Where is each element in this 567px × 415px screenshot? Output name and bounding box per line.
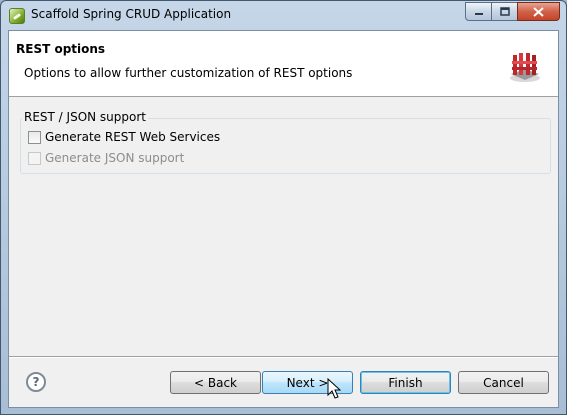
wizard-header: REST options Options to allow further cu… (9, 31, 558, 97)
checkbox-box (28, 151, 41, 165)
rest-json-group (20, 118, 551, 174)
title-bar[interactable]: Scaffold Spring CRUD Application (1, 1, 566, 30)
checkbox-label: Generate REST Web Services (45, 130, 221, 144)
mouse-cursor-icon (327, 378, 341, 399)
window-title: Scaffold Spring CRUD Application (31, 7, 232, 21)
wizard-content: REST options Options to allow further cu… (8, 30, 559, 408)
page-title: REST options (16, 42, 106, 56)
footer-separator (9, 356, 558, 358)
rest-fence-icon (510, 53, 540, 82)
maximize-icon (499, 7, 510, 16)
help-icon[interactable]: ? (26, 372, 46, 392)
checkbox-label: Generate JSON support (45, 151, 185, 165)
group-label: REST / JSON support (22, 110, 149, 124)
window-controls (465, 2, 560, 21)
cancel-button[interactable]: Cancel (458, 371, 549, 394)
page-description: Options to allow further customization o… (24, 66, 353, 80)
generate-json-checkbox: Generate JSON support (28, 151, 184, 165)
wizard-window: Scaffold Spring CRUD Application REST op… (0, 0, 567, 415)
checkbox-box[interactable] (28, 130, 41, 144)
minimize-icon (474, 12, 483, 15)
maximize-button[interactable] (491, 2, 517, 21)
generate-rest-checkbox[interactable]: Generate REST Web Services (28, 130, 220, 144)
back-button[interactable]: < Back (170, 371, 261, 394)
spring-leaf-icon (9, 8, 25, 24)
finish-button[interactable]: Finish (360, 371, 451, 394)
close-button[interactable] (517, 2, 560, 21)
close-icon (533, 6, 544, 17)
minimize-button[interactable] (465, 2, 491, 21)
